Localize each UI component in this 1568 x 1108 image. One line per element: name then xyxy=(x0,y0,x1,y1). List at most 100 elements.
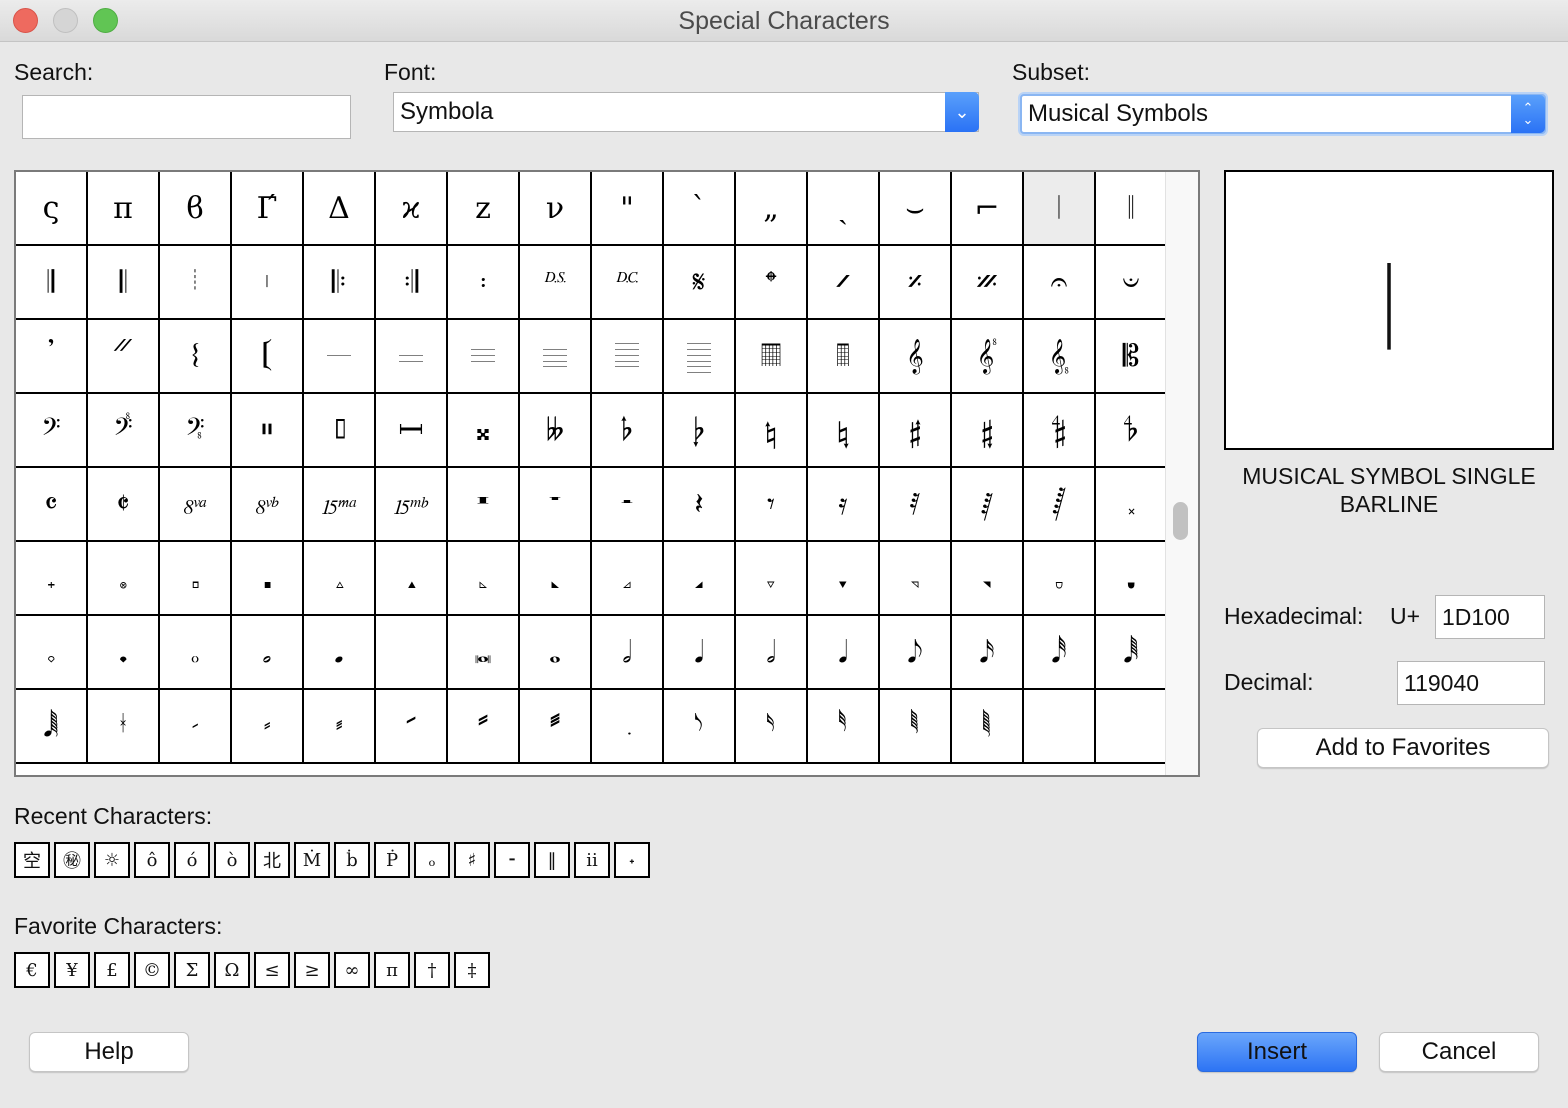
favorite-character[interactable]: π xyxy=(374,952,410,988)
grid-scrollbar[interactable] xyxy=(1165,172,1198,775)
recent-character[interactable]: ♯ xyxy=(454,842,490,878)
character-cell[interactable]: 𝅗 xyxy=(232,616,304,690)
character-cell[interactable]: 𝅘𝅥𝅰 xyxy=(1024,616,1096,690)
recent-character[interactable]: ⅱ xyxy=(574,842,610,878)
character-cell[interactable]: 𝄹 xyxy=(376,468,448,542)
character-cell[interactable]: ˎ xyxy=(808,172,880,246)
character-cell[interactable]: ϰ xyxy=(376,172,448,246)
character-cell[interactable]: 𝄚 xyxy=(592,320,664,394)
character-cell[interactable]: 𝅋 xyxy=(520,542,592,616)
character-cell[interactable]: 𝅄 xyxy=(16,542,88,616)
character-cell[interactable]: 𝅑 xyxy=(952,542,1024,616)
character-cell[interactable]: 𝅀 xyxy=(880,468,952,542)
character-cell[interactable]: 𝄅 xyxy=(232,246,304,320)
character-cell[interactable]: 𝄛 xyxy=(664,320,736,394)
character-cell[interactable]: 𝄜 xyxy=(736,320,808,394)
character-cell[interactable]: 𝅖 xyxy=(160,616,232,690)
favorite-character[interactable]: £ xyxy=(94,952,130,988)
character-cell[interactable]: 𝅯 xyxy=(736,690,808,764)
character-cell[interactable]: 𝄤 xyxy=(160,394,232,468)
character-cell[interactable]: 𝄇 xyxy=(376,246,448,320)
character-cell[interactable]: 𝅩 xyxy=(304,690,376,764)
character-cell[interactable]: 𝄟 xyxy=(952,320,1024,394)
character-cell[interactable]: Γ́ xyxy=(232,172,304,246)
character-cell[interactable]: 𝅈 xyxy=(304,542,376,616)
character-cell[interactable]: 𝄻 xyxy=(520,468,592,542)
character-cell[interactable]: 𝅦 xyxy=(88,690,160,764)
character-cell[interactable]: ϐ xyxy=(160,172,232,246)
character-cell[interactable]: 𝄵 xyxy=(88,468,160,542)
character-cell[interactable]: 𝄄 xyxy=(160,246,232,320)
character-cell[interactable]: 𝄡 xyxy=(1096,320,1168,394)
character-cell[interactable]: 𝄂 xyxy=(16,246,88,320)
recent-character[interactable]: ḃ xyxy=(334,842,370,878)
character-cell[interactable]: 𝄘 xyxy=(448,320,520,394)
character-cell[interactable]: 𝄓 xyxy=(88,320,160,394)
character-cell[interactable]: 𝅎 xyxy=(736,542,808,616)
character-cell[interactable]: ν xyxy=(520,172,592,246)
character-cell[interactable]: 𝄲 xyxy=(1024,394,1096,468)
character-cell[interactable]: 𝄖 xyxy=(304,320,376,394)
character-cell[interactable]: π xyxy=(88,172,160,246)
character-cell[interactable]: 𝅂 xyxy=(1024,468,1096,542)
character-cell[interactable]: 𝄥 xyxy=(232,394,304,468)
character-cell[interactable]: 𝄿 xyxy=(808,468,880,542)
character-cell[interactable]: 𝄙 xyxy=(520,320,592,394)
character-cell[interactable]: 𝄠 xyxy=(1024,320,1096,394)
character-cell[interactable]: 𝄮 xyxy=(736,394,808,468)
character-cell[interactable]: „ xyxy=(736,172,808,246)
character-cell[interactable]: 𝄦 xyxy=(304,394,376,468)
character-cell[interactable]: ⌐ xyxy=(952,172,1024,246)
character-cell[interactable]: 𝅘𝅥𝅯 xyxy=(952,616,1024,690)
character-cell[interactable]: 𝅭 xyxy=(592,690,664,764)
character-cell[interactable]: Δ xyxy=(304,172,376,246)
character-cell[interactable]: 𝅗𝅥 xyxy=(736,616,808,690)
recent-character[interactable]: ⁃ xyxy=(494,842,530,878)
add-to-favorites-button[interactable]: Add to Favorites xyxy=(1257,728,1549,768)
character-cell[interactable]: 𝄑 xyxy=(1096,246,1168,320)
character-cell[interactable]: 𝄺 xyxy=(448,468,520,542)
character-cell[interactable]: 𝄁 xyxy=(1096,172,1168,246)
search-input[interactable] xyxy=(22,95,351,139)
character-cell[interactable]: z xyxy=(448,172,520,246)
character-cell[interactable]: 𝄾 xyxy=(736,468,808,542)
recent-character[interactable]: Ṗ xyxy=(374,842,410,878)
character-cell[interactable]: 𝄌 xyxy=(736,246,808,320)
character-cell[interactable]: 𝄆 xyxy=(304,246,376,320)
favorite-character[interactable]: ∞ xyxy=(334,952,370,988)
character-cell[interactable]: 𝄳 xyxy=(1096,394,1168,468)
favorite-character[interactable]: ¥ xyxy=(54,952,90,988)
favorite-character[interactable]: € xyxy=(14,952,50,988)
recent-character[interactable]: ˖ xyxy=(614,842,650,878)
character-cell[interactable]: 𝄗 xyxy=(376,320,448,394)
character-cell[interactable]: ` xyxy=(664,172,736,246)
character-cell[interactable]: 𝅰 xyxy=(808,690,880,764)
character-cell[interactable]: 𝅌 xyxy=(592,542,664,616)
character-cell[interactable]: ⌣ xyxy=(880,172,952,246)
character-cell[interactable]: 𝄃 xyxy=(88,246,160,320)
character-cell[interactable]: 𝅊 xyxy=(448,542,520,616)
character-cell[interactable]: 𝅒 xyxy=(1024,542,1096,616)
character-cell[interactable]: 𝄶 xyxy=(160,468,232,542)
character-cell[interactable]: 𝅧 xyxy=(160,690,232,764)
hexadecimal-input[interactable]: 1D100 xyxy=(1435,595,1545,639)
character-cell[interactable]: 𝄼 xyxy=(592,468,664,542)
character-cell[interactable]: 𝅆 xyxy=(160,542,232,616)
character-cell[interactable]: 𝄈 xyxy=(448,246,520,320)
character-cell[interactable]: 𝅉 xyxy=(376,542,448,616)
character-cell[interactable]: 𝄞 xyxy=(880,320,952,394)
character-cell[interactable]: 𝅅 xyxy=(88,542,160,616)
character-cell[interactable]: 𝄷 xyxy=(232,468,304,542)
character-cell[interactable]: 𝄣 xyxy=(88,394,160,468)
favorite-character[interactable]: ≥ xyxy=(294,952,330,988)
character-cell[interactable]: 𝄩 xyxy=(376,394,448,468)
character-cell[interactable]: 𝅝 xyxy=(520,616,592,690)
character-cell[interactable]: 𝅫 xyxy=(448,690,520,764)
character-cell[interactable]: 𝅜 xyxy=(448,616,520,690)
character-cell[interactable]: 𝄍 xyxy=(808,246,880,320)
character-cell[interactable]: 𝅘𝅥𝅮 xyxy=(880,616,952,690)
recent-character[interactable]: ò xyxy=(214,842,250,878)
character-cell[interactable]: 𝅳 xyxy=(1024,690,1096,764)
font-select[interactable]: Symbola ⌄ xyxy=(393,92,979,132)
character-cell[interactable]: 𝅨 xyxy=(232,690,304,764)
